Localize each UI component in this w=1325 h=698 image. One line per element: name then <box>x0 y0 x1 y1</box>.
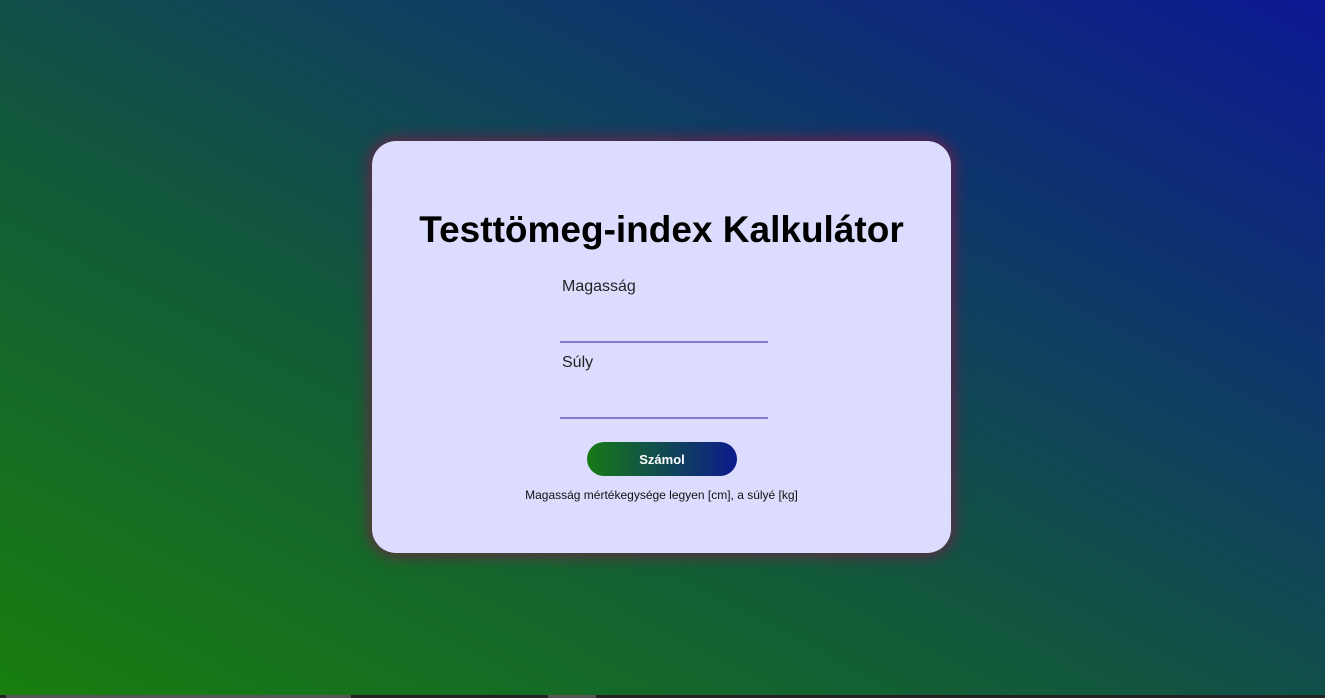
calculate-button[interactable]: Számol <box>587 442 737 476</box>
page-title: Testtömeg-index Kalkulátor <box>419 209 904 250</box>
unit-note: Magasság mértékegysége legyen [cm], a sú… <box>525 488 798 502</box>
height-input[interactable] <box>560 309 768 343</box>
bmi-card: Testtömeg-index Kalkulátor Magasság Súly… <box>372 141 951 553</box>
weight-input[interactable] <box>560 385 768 419</box>
weight-label: Súly <box>562 354 594 371</box>
height-label: Magasság <box>562 278 636 295</box>
